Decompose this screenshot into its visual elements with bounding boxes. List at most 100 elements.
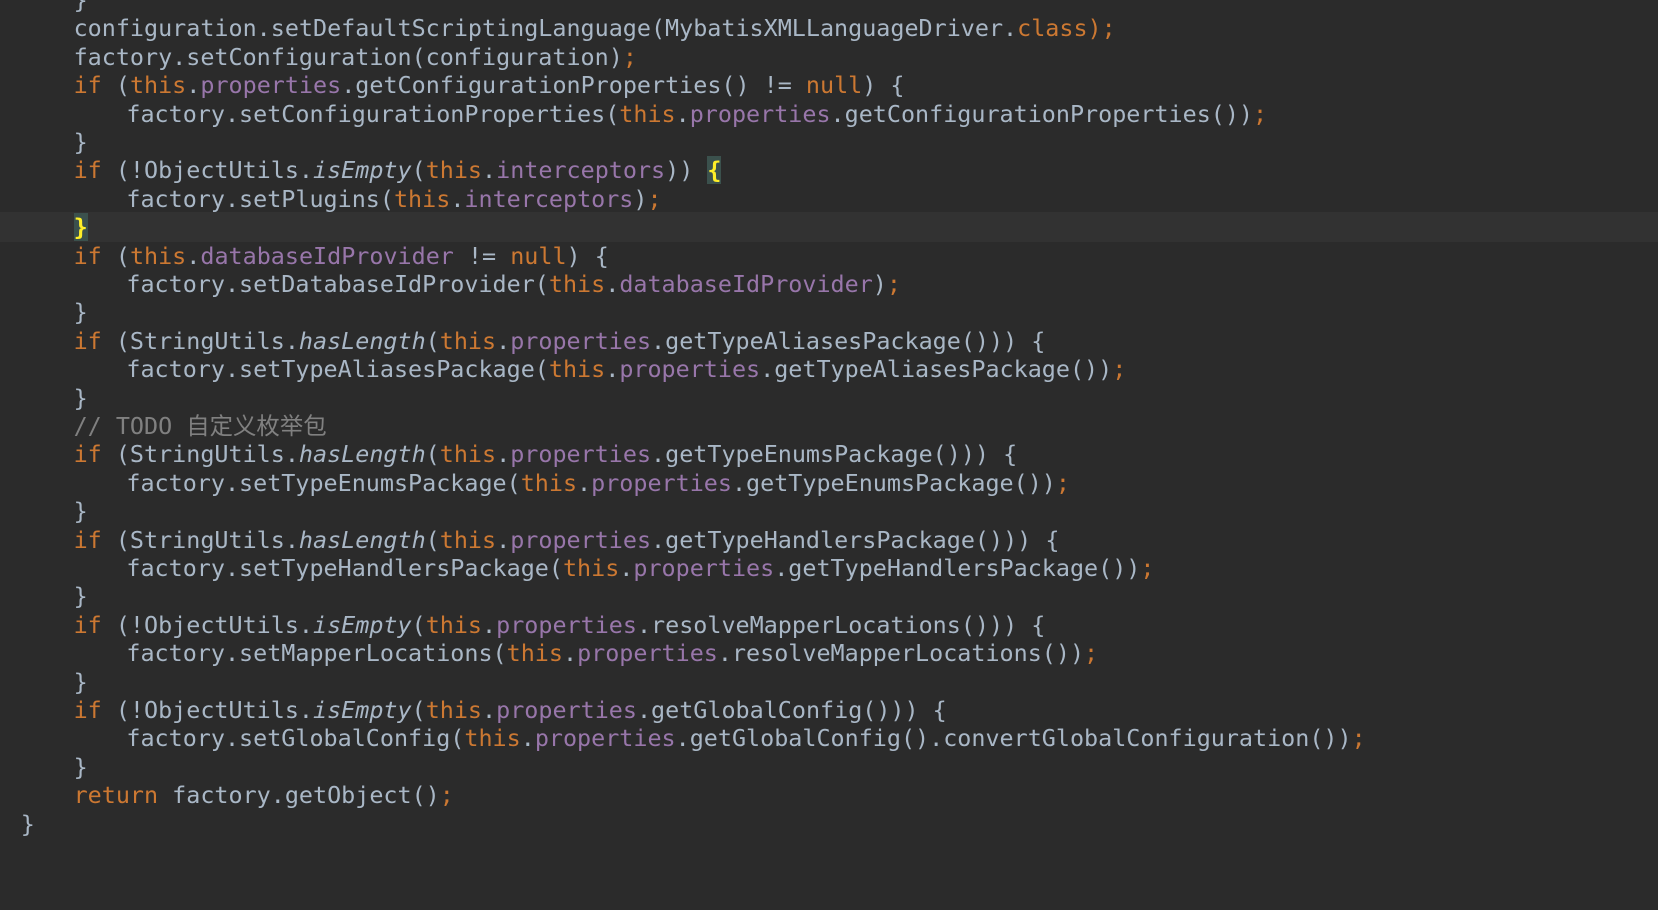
keyword-token: if — [73, 440, 102, 469]
code-content: if (this.databaseIdProvider != null) { — [74, 241, 609, 271]
code-text: . — [496, 525, 511, 554]
static-method-token: hasLength — [298, 326, 426, 355]
code-content: factory.setConfigurationProperties(this.… — [126, 99, 1267, 129]
code-line[interactable]: factory.setTypeAliasesPackage(this.prope… — [0, 354, 1658, 384]
code-text: (!ObjectUtils. — [101, 156, 314, 185]
code-content: factory.setGlobalConfig(this.properties.… — [126, 723, 1365, 753]
code-line[interactable]: if (StringUtils.hasLength(this.propertie… — [0, 525, 1658, 555]
code-line[interactable]: factory.setConfigurationProperties(this.… — [0, 99, 1658, 129]
code-content: // TODO 自定义枚举包 — [74, 411, 327, 441]
keyword-token: this — [506, 639, 563, 668]
code-text: (!ObjectUtils. — [101, 696, 314, 724]
keyword-token: this — [548, 270, 606, 298]
code-text: } — [73, 752, 88, 781]
keyword-token: ; — [1084, 639, 1099, 668]
code-text: } — [73, 298, 88, 327]
code-line[interactable]: } — [0, 581, 1658, 611]
code-line[interactable]: // TODO 自定义枚举包 — [0, 411, 1658, 441]
code-text: factory.getObject() — [158, 781, 440, 810]
current-code-line[interactable]: } — [0, 212, 1658, 243]
code-line[interactable]: } — [0, 297, 1658, 327]
code-text: . — [605, 355, 620, 384]
keyword-token: ; — [886, 270, 901, 298]
code-text: ( — [425, 440, 440, 469]
keyword-token: this — [562, 554, 620, 582]
code-line[interactable]: factory.setTypeEnumsPackage(this.propert… — [0, 468, 1658, 498]
code-text: } — [20, 809, 35, 838]
code-line[interactable]: if (this.properties.getConfigurationProp… — [0, 70, 1658, 100]
code-line[interactable]: } — [0, 667, 1658, 697]
code-line[interactable]: if (StringUtils.hasLength(this.propertie… — [0, 439, 1658, 469]
code-content: factory.setTypeEnumsPackage(this.propert… — [126, 468, 1070, 498]
code-text: factory.setGlobalConfig( — [126, 724, 465, 753]
field-token: properties — [534, 724, 676, 753]
comment-token: // TODO 自定义枚举包 — [73, 412, 327, 440]
code-text: .getTypeEnumsPackage())) { — [651, 440, 1018, 469]
code-line[interactable]: if (this.databaseIdProvider != null) { — [0, 241, 1658, 271]
static-method-token: hasLength — [298, 525, 426, 554]
code-line[interactable]: factory.setPlugins(this.interceptors); — [0, 184, 1658, 214]
code-content: factory.setMapperLocations(this.properti… — [126, 638, 1098, 668]
code-content: factory.setPlugins(this.interceptors); — [126, 184, 661, 214]
code-content: } — [74, 383, 88, 413]
code-text: } — [73, 128, 88, 156]
code-content: } — [74, 127, 88, 157]
code-text: factory.setConfigurationProperties( — [126, 99, 620, 128]
keyword-token: this — [393, 184, 451, 213]
keyword-token: this — [464, 724, 521, 753]
code-content: factory.setConfiguration(configuration); — [74, 42, 637, 72]
code-line[interactable]: configuration.setDefaultScriptingLanguag… — [0, 13, 1658, 43]
field-token: interceptors — [464, 184, 634, 213]
code-text: factory.setDatabaseIdProvider( — [126, 270, 549, 298]
code-line[interactable]: return factory.getObject(); — [0, 780, 1658, 810]
code-line[interactable]: factory.setTypeHandlersPackage(this.prop… — [0, 553, 1658, 583]
code-line[interactable]: } — [0, 383, 1658, 413]
code-line[interactable]: factory.setGlobalConfig(this.properties.… — [0, 723, 1658, 753]
code-line[interactable]: if (!ObjectUtils.isEmpty(this.properties… — [0, 610, 1658, 640]
field-token: properties — [619, 355, 761, 384]
code-text: .getTypeAliasesPackage())) { — [651, 326, 1046, 355]
keyword-token: class — [1017, 14, 1088, 43]
code-content: } — [73, 212, 88, 242]
keyword-token: ; — [1253, 99, 1268, 128]
code-line[interactable]: factory.setDatabaseIdProvider(this.datab… — [0, 269, 1658, 299]
code-line[interactable]: if (!ObjectUtils.isEmpty(this.intercepto… — [0, 155, 1658, 185]
keyword-token: if — [73, 610, 102, 639]
code-line[interactable]: } — [0, 809, 1658, 839]
code-content: if (!ObjectUtils.isEmpty(this.properties… — [74, 695, 947, 725]
keyword-token: this — [129, 241, 187, 270]
code-content: } — [74, 496, 88, 526]
keyword-token: ; — [1112, 355, 1127, 384]
code-line[interactable]: } — [0, 752, 1658, 782]
code-text: ( — [425, 525, 440, 554]
code-line[interactable]: if (!ObjectUtils.isEmpty(this.properties… — [0, 695, 1658, 725]
keyword-token: ; — [647, 184, 662, 213]
code-line[interactable]: } — [0, 496, 1658, 526]
keyword-token: this — [520, 468, 578, 497]
keyword-token: return — [73, 781, 159, 810]
code-line[interactable]: if (StringUtils.hasLength(this.propertie… — [0, 326, 1658, 356]
code-content: if (StringUtils.hasLength(this.propertie… — [74, 326, 1046, 356]
code-text: . — [482, 610, 497, 639]
code-line[interactable]: factory.setConfiguration(configuration); — [0, 42, 1658, 72]
code-editor[interactable]: } configuration.setDefaultScriptingLangua… — [0, 0, 1658, 910]
field-token: databaseIdProvider — [200, 241, 454, 270]
static-method-token: hasLength — [298, 440, 426, 469]
code-line[interactable]: factory.setMapperLocations(this.properti… — [0, 638, 1658, 668]
code-content: factory.setTypeHandlersPackage(this.prop… — [126, 553, 1154, 583]
code-text: factory.setTypeHandlersPackage( — [126, 554, 563, 582]
code-content: } — [74, 297, 88, 327]
keyword-token: this — [425, 696, 483, 724]
keyword-token: if — [73, 696, 102, 724]
code-text: (StringUtils. — [101, 440, 299, 469]
code-text: . — [619, 554, 634, 582]
code-content: if (StringUtils.hasLength(this.propertie… — [74, 525, 1060, 555]
code-text: . — [186, 71, 201, 100]
keyword-token: this — [425, 156, 483, 185]
code-line[interactable]: } — [0, 127, 1658, 157]
code-text: . — [450, 184, 465, 213]
keyword-token: if — [73, 241, 102, 270]
keyword-token: if — [73, 525, 102, 554]
code-text: } — [73, 497, 88, 526]
field-token: properties — [200, 71, 342, 100]
